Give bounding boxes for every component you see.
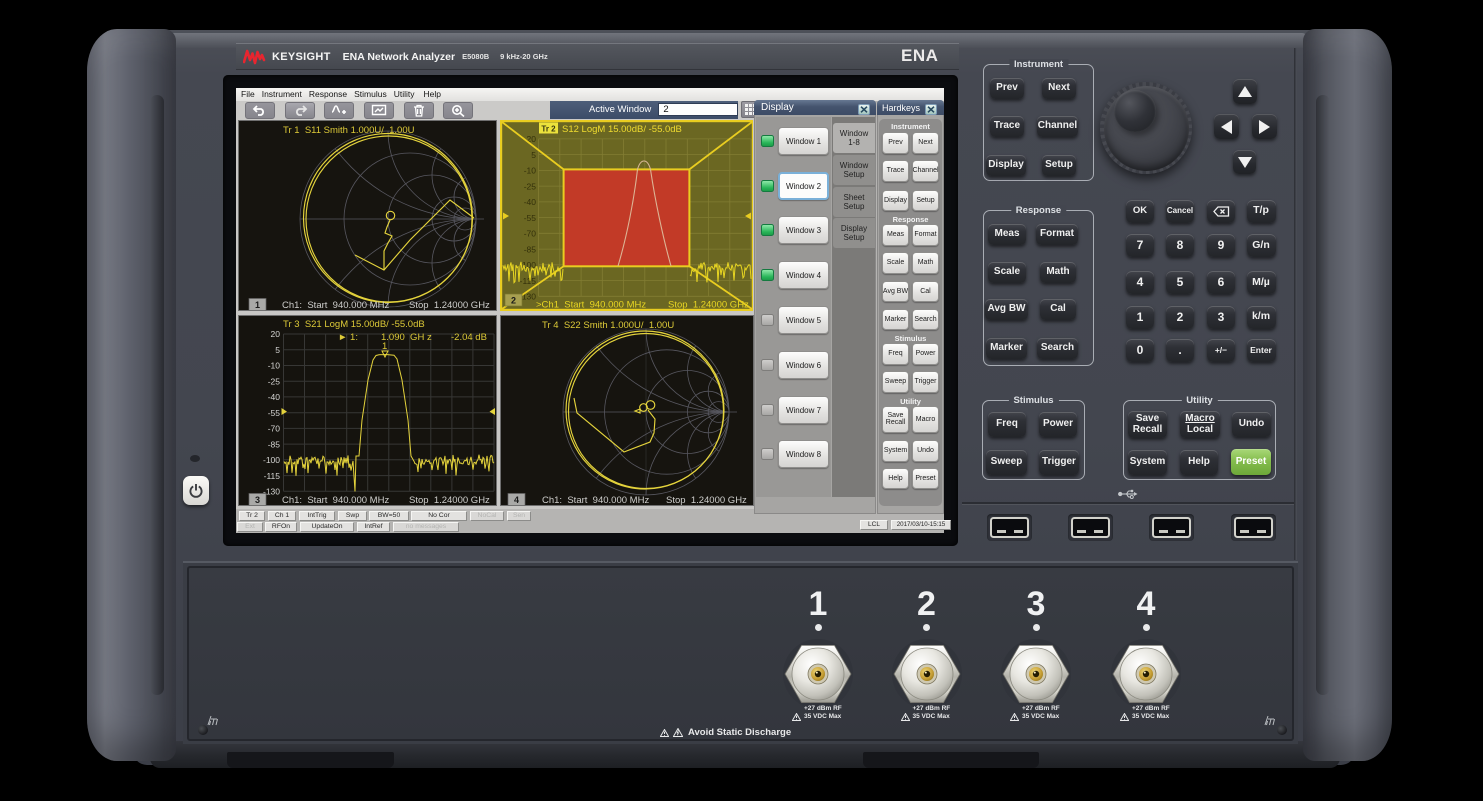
svg-text:-115: -115 xyxy=(264,471,281,481)
svg-text:-70: -70 xyxy=(524,229,537,239)
svg-text:Stop 1.24000 GHz: Stop 1.24000 GHz xyxy=(409,300,490,311)
svg-text:-70: -70 xyxy=(268,424,281,434)
svg-text:Stop 1.24000 GHz: Stop 1.24000 GHz xyxy=(666,495,747,506)
svg-text:S12 LogM 15.00dB/ -55.0dB: S12 LogM 15.00dB/ -55.0dB xyxy=(562,124,682,135)
svg-text:1: 1 xyxy=(382,341,387,352)
svg-text:-40: -40 xyxy=(268,392,281,402)
svg-text:-40: -40 xyxy=(524,197,537,207)
svg-text:5: 5 xyxy=(275,345,280,355)
svg-text:-100: -100 xyxy=(263,455,280,465)
svg-text:Tr 3 S21 LogM 15.00dB/ -55.0d: Tr 3 S21 LogM 15.00dB/ -55.0dB xyxy=(283,319,425,330)
svg-text:-55: -55 xyxy=(268,408,281,418)
svg-text:-85: -85 xyxy=(524,244,537,254)
svg-text:Stop 1.24000 GHz: Stop 1.24000 GHz xyxy=(409,495,490,506)
svg-text:► 1:: ► 1: xyxy=(338,332,358,343)
svg-text:1: 1 xyxy=(255,300,260,310)
svg-text:Stop 1.24000 GHz: Stop 1.24000 GHz xyxy=(668,300,749,311)
svg-text:1.090 GH z: 1.090 GH z xyxy=(381,332,432,343)
svg-text:-10: -10 xyxy=(524,166,537,176)
svg-text:3: 3 xyxy=(255,495,260,505)
svg-text:>Ch1 Start 940.000 MHz: >Ch1 Start 940.000 MHz xyxy=(536,300,646,311)
svg-text:20: 20 xyxy=(271,329,281,339)
svg-text:-115: -115 xyxy=(520,276,537,286)
svg-text:-25: -25 xyxy=(524,181,537,191)
svg-text:Ch1: Start 940.000 MHz: Ch1: Start 940.000 MHz xyxy=(542,495,649,506)
svg-text:4: 4 xyxy=(514,495,519,505)
svg-text:-25: -25 xyxy=(268,376,281,386)
svg-text:-10: -10 xyxy=(268,361,281,371)
svg-text:Tr 2: Tr 2 xyxy=(541,125,556,134)
svg-text:-2.04 dB: -2.04 dB xyxy=(451,332,487,343)
svg-text:-85: -85 xyxy=(268,439,281,449)
svg-text:Ch1: Start 940.000 MHz: Ch1: Start 940.000 MHz xyxy=(282,495,389,506)
svg-text:-55: -55 xyxy=(524,213,537,223)
svg-text:Ch1: Start 940.000 MHz: Ch1: Start 940.000 MHz xyxy=(282,300,389,311)
svg-text:2: 2 xyxy=(511,296,516,306)
svg-text:Tr 4 S22 Smith 1.000U/ 1.00U: Tr 4 S22 Smith 1.000U/ 1.00U xyxy=(542,320,674,331)
svg-text:Tr 1 S11 Smith 1.000U/ 1.00U: Tr 1 S11 Smith 1.000U/ 1.00U xyxy=(283,125,415,136)
svg-text:5: 5 xyxy=(531,150,536,160)
